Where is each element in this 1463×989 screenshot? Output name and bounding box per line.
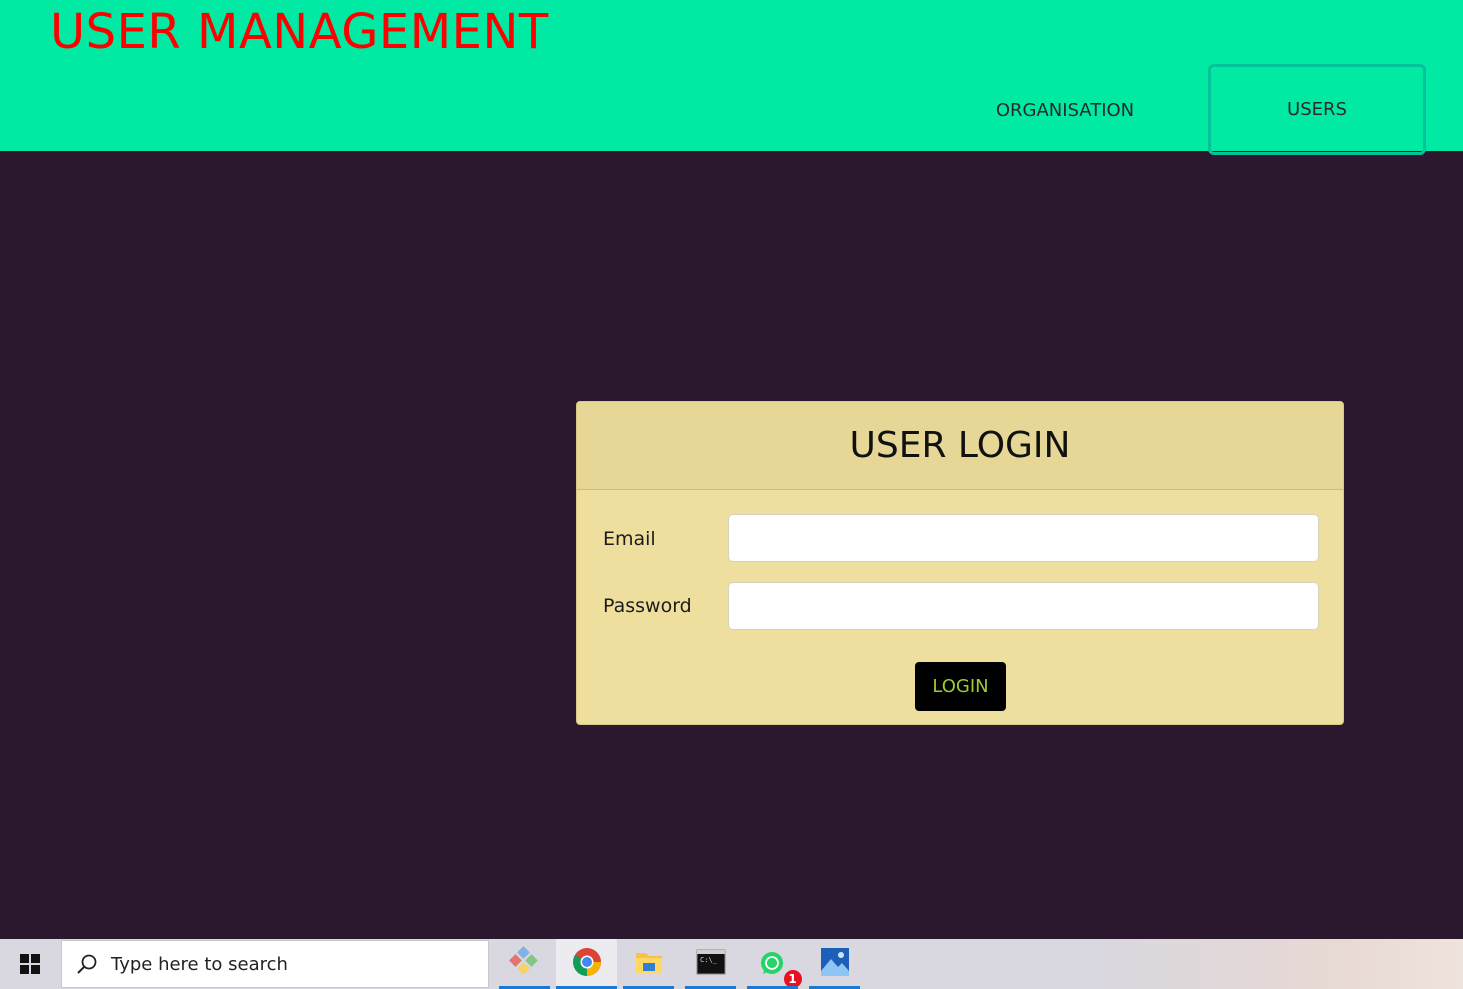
pinned-app-icon — [508, 946, 541, 982]
svg-text:C:\_: C:\_ — [700, 956, 718, 964]
app-title: USER MANAGEMENT — [50, 4, 549, 60]
windows-logo-icon — [20, 954, 40, 974]
login-button[interactable]: LOGIN — [915, 662, 1006, 711]
taskbar-app-pinned[interactable] — [499, 939, 550, 989]
nav-users[interactable]: USERS — [1208, 64, 1426, 155]
email-field[interactable] — [728, 514, 1319, 562]
search-placeholder: Type here to search — [111, 953, 288, 975]
file-explorer-icon — [634, 948, 664, 980]
login-card-header: USER LOGIN — [577, 402, 1343, 490]
password-field[interactable] — [728, 582, 1319, 630]
terminal-icon: C:\_ — [696, 949, 726, 979]
taskbar-app-terminal[interactable]: C:\_ — [685, 939, 736, 989]
start-button[interactable] — [0, 939, 60, 989]
nav-organisation[interactable]: ORGANISATION — [970, 66, 1160, 154]
login-title: USER LOGIN — [849, 425, 1071, 466]
chrome-icon — [572, 947, 602, 981]
login-card: USER LOGIN Email Password LOGIN — [576, 401, 1344, 725]
search-icon — [76, 953, 98, 975]
taskbar-app-explorer[interactable] — [623, 939, 674, 989]
photos-icon — [820, 947, 850, 981]
app-header: USER MANAGEMENT ORGANISATION USERS — [0, 0, 1463, 155]
taskbar-app-chrome[interactable] — [556, 939, 617, 989]
password-label: Password — [603, 595, 692, 617]
whatsapp-icon: 1 — [757, 948, 802, 988]
email-label: Email — [603, 528, 656, 550]
taskbar-app-photos[interactable] — [809, 939, 860, 989]
taskbar-app-whatsapp[interactable]: 1 — [747, 939, 802, 989]
taskbar-search[interactable]: Type here to search — [61, 940, 489, 988]
taskbar: Type here to search C:\_ 1 — [0, 939, 1463, 989]
